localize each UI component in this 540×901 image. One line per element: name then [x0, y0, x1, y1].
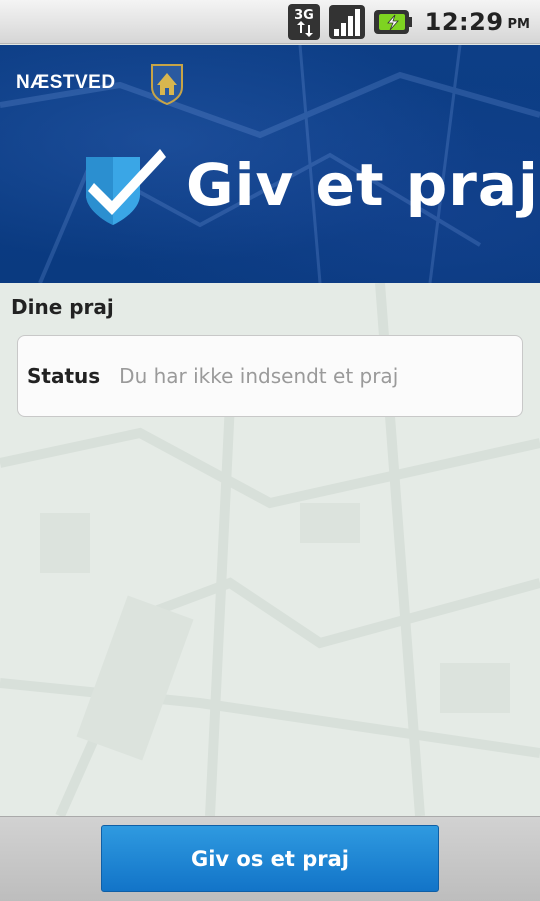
network-3g-icon: 3G [287, 3, 321, 41]
clock-ampm: PM [507, 17, 530, 32]
app-title: Giv et praj [186, 151, 539, 219]
give-praj-button[interactable]: Giv os et praj [101, 825, 439, 892]
battery-charging-icon [373, 7, 413, 37]
status-card: Status Du har ikke indsendt et praj [17, 335, 523, 417]
svg-text:3G: 3G [294, 8, 314, 23]
section-title: Dine praj [11, 295, 114, 319]
app-header: NÆSTVED Giv et praj [0, 45, 540, 283]
town-crest-icon [150, 63, 184, 109]
checkmark-shield-icon [82, 143, 168, 233]
signal-strength-icon [328, 3, 365, 41]
status-bar: 3G 12:29 PM [0, 0, 540, 44]
clock-time: 12:29 [424, 7, 504, 36]
status-label: Status [27, 364, 101, 388]
main-content: Dine praj Status Du har ikke indsendt et… [0, 283, 540, 816]
status-value: Du har ikke indsendt et praj [119, 364, 399, 388]
naestved-logo: NÆSTVED [16, 72, 116, 93]
footer-bar: Giv os et praj [0, 816, 540, 901]
